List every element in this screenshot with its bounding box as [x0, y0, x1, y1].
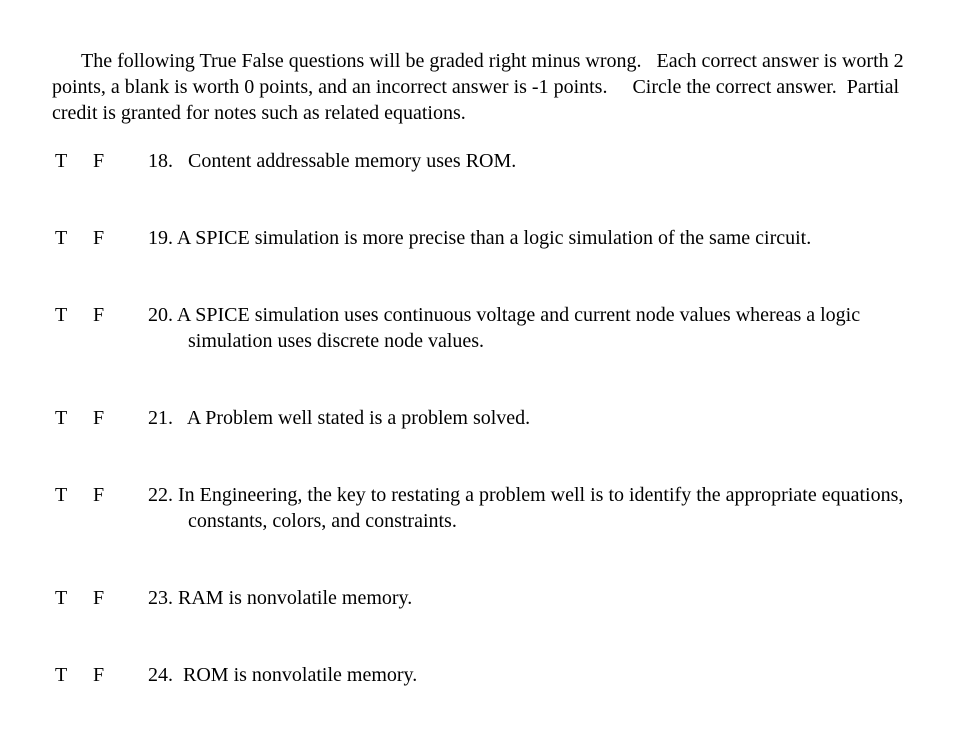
answer-option-false[interactable]: F	[93, 302, 104, 328]
question-row: T F 24. ROM is nonvolatile memory.	[0, 662, 960, 739]
question-row: T F 23. RAM is nonvolatile memory.	[0, 585, 960, 662]
answer-option-true[interactable]: T	[55, 405, 67, 431]
answer-option-true[interactable]: T	[55, 662, 67, 688]
question-row: T F 18. Content addressable memory uses …	[0, 148, 960, 225]
answer-option-false[interactable]: F	[93, 225, 104, 251]
document-page: The following True False questions will …	[0, 0, 960, 728]
answer-option-true[interactable]: T	[55, 148, 67, 174]
answer-option-true[interactable]: T	[55, 225, 67, 251]
question-row: T F 22. In Engineering, the key to resta…	[0, 482, 960, 585]
question-list: T F 18. Content addressable memory uses …	[0, 148, 960, 739]
answer-option-false[interactable]: F	[93, 148, 104, 174]
instructions-paragraph: The following True False questions will …	[52, 50, 909, 124]
question-text: 23. RAM is nonvolatile memory.	[148, 587, 413, 609]
question-row: T F 21. A Problem well stated is a probl…	[0, 405, 960, 482]
question-text: 18. Content addressable memory uses ROM.	[148, 150, 517, 172]
answer-option-false[interactable]: F	[93, 662, 104, 688]
question-text: 20. A SPICE simulation uses continuous v…	[148, 304, 866, 352]
answer-option-false[interactable]: F	[93, 585, 104, 611]
answer-option-true[interactable]: T	[55, 482, 67, 508]
question-text: 21. A Problem well stated is a problem s…	[148, 407, 531, 429]
answer-option-true[interactable]: T	[55, 302, 67, 328]
question-row: T F 19. A SPICE simulation is more preci…	[0, 225, 960, 302]
question-row: T F 20. A SPICE simulation uses continuo…	[0, 302, 960, 405]
answer-option-true[interactable]: T	[55, 585, 67, 611]
answer-option-false[interactable]: F	[93, 482, 104, 508]
question-text: 22. In Engineering, the key to restating…	[148, 484, 909, 532]
question-text: 24. ROM is nonvolatile memory.	[148, 664, 418, 686]
answer-option-false[interactable]: F	[93, 405, 104, 431]
question-text: 19. A SPICE simulation is more precise t…	[148, 227, 812, 249]
